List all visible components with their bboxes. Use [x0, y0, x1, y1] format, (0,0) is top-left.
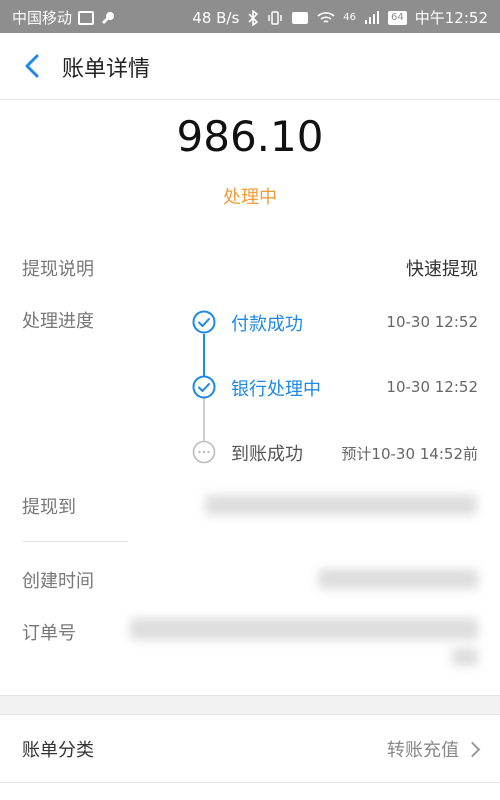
withdraw-to-label: 提现到: [22, 497, 76, 518]
wrench-icon: [102, 11, 115, 24]
progress-label: 处理进度: [22, 311, 94, 332]
divider: [22, 541, 128, 542]
category-row[interactable]: 账单分类 转账充值: [0, 714, 500, 782]
withdraw-desc-value: 快速提现: [406, 259, 478, 280]
step-label-bank: 银行处理中: [231, 379, 321, 400]
clock: 中午12:52: [414, 9, 488, 27]
category-value-wrap: 转账充值: [387, 736, 481, 762]
redacted-created-time: [318, 569, 478, 589]
vibrate-icon: [268, 10, 283, 25]
notification-icon: [78, 10, 95, 25]
withdraw-desc-label: 提现说明: [22, 259, 94, 280]
carrier-name: 中国移动: [12, 9, 73, 27]
chevron-right-icon: [464, 741, 481, 757]
check-circle-icon: [192, 375, 216, 399]
category-value: 转账充值: [387, 740, 459, 761]
redacted-order-number: [130, 618, 478, 640]
network-type: 46: [343, 12, 357, 23]
network-speed: 48 B/s: [192, 8, 240, 27]
order-number-label: 订单号: [22, 623, 76, 644]
created-time-label: 创建时间: [22, 571, 94, 592]
status-badge: 处理中: [223, 187, 277, 208]
check-circle-icon: [192, 310, 216, 334]
nav-bar: 账单详情: [0, 33, 500, 100]
page-title: 账单详情: [62, 57, 151, 82]
signal-icon: [365, 10, 380, 24]
step-time-paid: 10-30 12:52: [386, 313, 478, 331]
back-arrow-icon[interactable]: [18, 51, 48, 81]
step-time-bank: 10-30 12:52: [386, 378, 478, 396]
battery-icon: 64: [388, 10, 407, 25]
section-gap: [0, 695, 500, 715]
step-time-arrived: 预计10-30 14:52前: [341, 445, 478, 463]
status-bar: 中国移动 48 B/s 46 64 中午12:52: [0, 0, 500, 33]
step-label-paid: 付款成功: [231, 314, 303, 335]
bluetooth-icon: [248, 9, 259, 26]
redacted-account: [205, 495, 477, 515]
timeline-line-pending: [203, 398, 205, 444]
divider: [0, 782, 500, 783]
wifi-icon: [317, 11, 335, 23]
redacted-order-number-tail: [452, 648, 478, 666]
category-label: 账单分类: [22, 740, 94, 761]
hd-icon: [292, 11, 309, 24]
amount: 986.10: [176, 112, 324, 161]
step-label-arrived: 到账成功: [231, 444, 303, 465]
pending-circle-icon: [192, 440, 216, 464]
